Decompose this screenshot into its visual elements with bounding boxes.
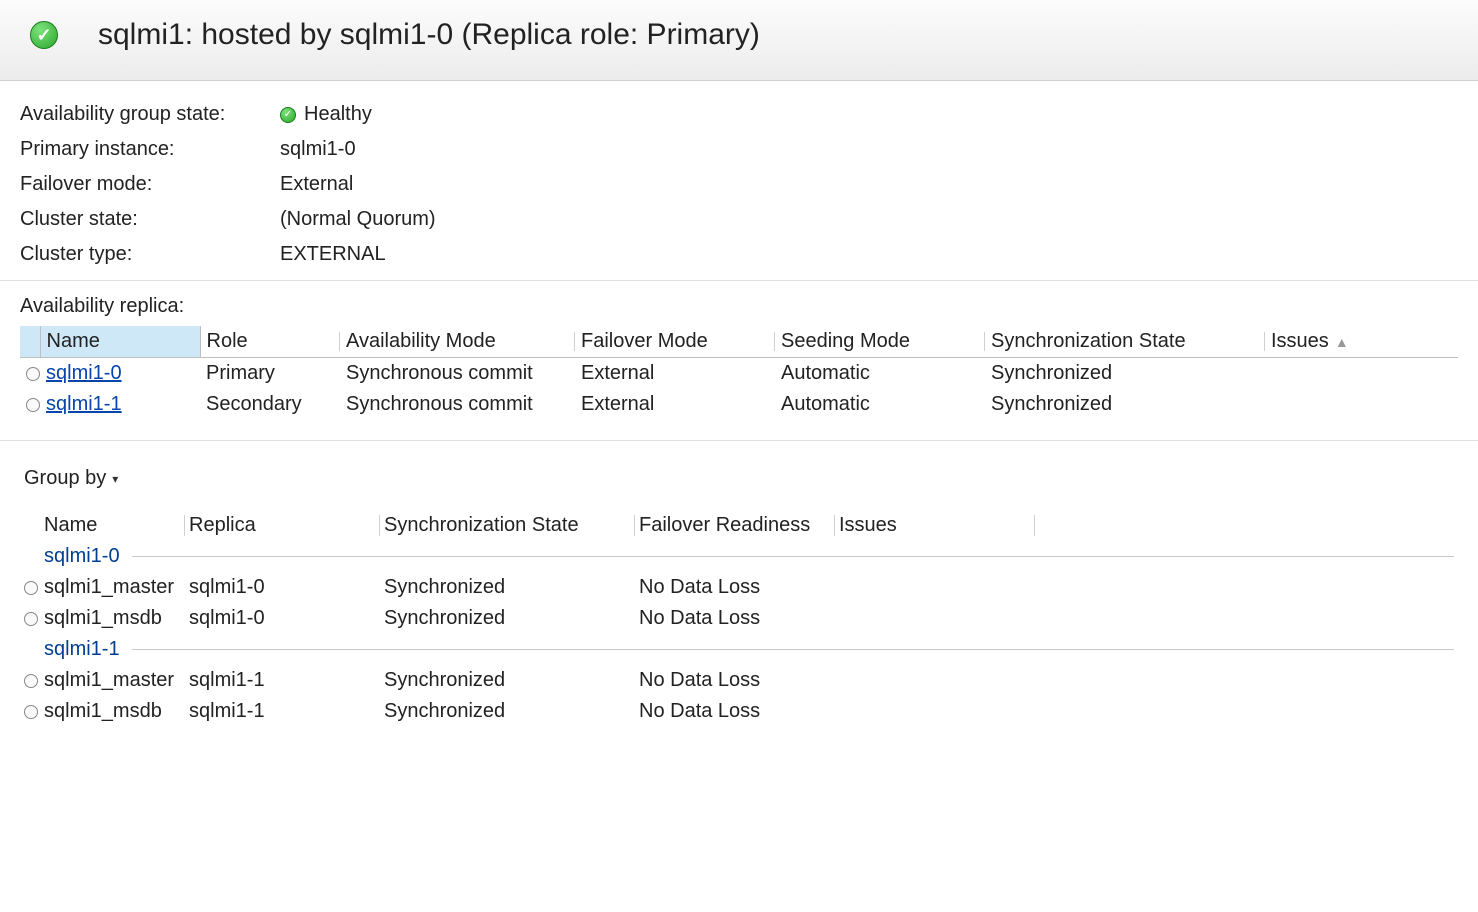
summary-section: Availability group state: Healthy Primar… (0, 81, 1478, 281)
kv-ag-state: Availability group state: Healthy (20, 97, 1458, 132)
cell-failover-mode: External (575, 389, 775, 420)
healthy-dot-icon (280, 107, 296, 123)
dbcol-sync-state[interactable]: Synchronization State (380, 510, 635, 541)
cell-db-name: sqlmi1_msdb (40, 696, 185, 727)
replica-section-label: Availability replica: (20, 295, 1458, 318)
label-primary-instance: Primary instance: (20, 138, 280, 161)
cell-sync-state: Synchronized (985, 358, 1265, 390)
cell-failover-mode: External (575, 358, 775, 390)
table-row[interactable]: sqlmi1_mastersqlmi1-0SynchronizedNo Data… (20, 572, 1458, 603)
group-header-row[interactable]: sqlmi1-0 (20, 541, 1458, 572)
group-by-label: Group by (24, 467, 106, 490)
replica-header-row: Name Role Availability Mode Failover Mod… (20, 326, 1458, 358)
col-seeding-mode[interactable]: Seeding Mode (775, 326, 985, 358)
row-status-icon (20, 603, 40, 634)
cell-sync-state: Synchronized (380, 665, 635, 696)
dbstatus-section: Group by ▾ Name Replica Synchronization … (0, 441, 1478, 747)
value-ag-state: Healthy (304, 103, 372, 126)
group-header-row[interactable]: sqlmi1-1 (20, 634, 1458, 665)
page-header: sqlmi1: hosted by sqlmi1-0 (Replica role… (0, 0, 1478, 81)
row-status-icon (20, 572, 40, 603)
row-status-icon (20, 358, 40, 390)
cell-issues (835, 603, 1035, 634)
cell-issues (835, 665, 1035, 696)
cell-failover-readiness: No Data Loss (635, 572, 835, 603)
label-cluster-type: Cluster type: (20, 243, 280, 266)
col-rowselect[interactable] (20, 326, 40, 358)
replica-name-link[interactable]: sqlmi1-0 (46, 362, 122, 384)
cell-seeding-mode: Automatic (775, 389, 985, 420)
col-availability-mode[interactable]: Availability Mode (340, 326, 575, 358)
col-role[interactable]: Role (200, 326, 340, 358)
page-title: sqlmi1: hosted by sqlmi1-0 (Replica role… (98, 18, 760, 52)
cell-replica: sqlmi1-1 (185, 665, 380, 696)
kv-failover-mode: Failover mode: External (20, 167, 1458, 202)
cell-availability-mode: Synchronous commit (340, 389, 575, 420)
cell-failover-readiness: No Data Loss (635, 696, 835, 727)
cell-seeding-mode: Automatic (775, 358, 985, 390)
table-row[interactable]: sqlmi1_mastersqlmi1-1SynchronizedNo Data… (20, 665, 1458, 696)
col-issues[interactable]: Issues▲ (1265, 326, 1458, 358)
table-row[interactable]: sqlmi1_msdbsqlmi1-0SynchronizedNo Data L… (20, 603, 1458, 634)
cell-replica: sqlmi1-0 (185, 603, 380, 634)
value-primary-instance: sqlmi1-0 (280, 138, 356, 161)
cell-issues (835, 696, 1035, 727)
dbcol-name[interactable]: Name (40, 510, 185, 541)
row-status-icon (20, 665, 40, 696)
cell-replica: sqlmi1-0 (185, 572, 380, 603)
col-name[interactable]: Name (40, 326, 200, 358)
cell-db-name: sqlmi1_master (40, 572, 185, 603)
cell-sync-state: Synchronized (380, 696, 635, 727)
dbcol-issues[interactable]: Issues (835, 510, 1035, 541)
table-row[interactable]: sqlmi1_msdbsqlmi1-1SynchronizedNo Data L… (20, 696, 1458, 727)
dbcol-rowselect[interactable] (20, 510, 40, 541)
table-row[interactable]: sqlmi1-1 SecondarySynchronous commitExter… (20, 389, 1458, 420)
cell-role: Secondary (200, 389, 340, 420)
kv-cluster-type: Cluster type: EXTERNAL (20, 237, 1458, 272)
value-cluster-state: (Normal Quorum) (280, 208, 436, 231)
dbstatus-header-row: Name Replica Synchronization State Failo… (20, 510, 1458, 541)
cell-db-name: sqlmi1_msdb (40, 603, 185, 634)
cell-issues (1265, 389, 1458, 420)
label-ag-state: Availability group state: (20, 103, 280, 126)
label-cluster-state: Cluster state: (20, 208, 280, 231)
replica-table: Name Role Availability Mode Failover Mod… (20, 326, 1458, 420)
cell-sync-state: Synchronized (380, 603, 635, 634)
healthy-status-icon (30, 21, 58, 49)
replica-section: Availability replica: Name Role Availabi… (0, 281, 1478, 441)
row-status-icon (20, 696, 40, 727)
caret-down-icon: ▾ (112, 472, 118, 486)
cell-replica: sqlmi1-1 (185, 696, 380, 727)
cell-issues (1265, 358, 1458, 390)
cell-issues (835, 572, 1035, 603)
replica-name-link[interactable]: sqlmi1-1 (46, 393, 122, 415)
col-sync-state[interactable]: Synchronization State (985, 326, 1265, 358)
cell-failover-readiness: No Data Loss (635, 603, 835, 634)
label-failover-mode: Failover mode: (20, 173, 280, 196)
kv-primary-instance: Primary instance: sqlmi1-0 (20, 132, 1458, 167)
cell-db-name: sqlmi1_master (40, 665, 185, 696)
dbcol-failover-readiness[interactable]: Failover Readiness (635, 510, 835, 541)
table-row[interactable]: sqlmi1-0 PrimarySynchronous commitExterna… (20, 358, 1458, 390)
group-name-label: sqlmi1-1 (44, 638, 120, 661)
value-cluster-type: EXTERNAL (280, 243, 386, 266)
group-name-label: sqlmi1-0 (44, 545, 120, 568)
dbstatus-table: Name Replica Synchronization State Failo… (20, 510, 1458, 727)
sort-asc-icon: ▲ (1335, 334, 1349, 350)
group-by-button[interactable]: Group by ▾ (20, 465, 122, 492)
cell-sync-state: Synchronized (985, 389, 1265, 420)
kv-cluster-state: Cluster state: (Normal Quorum) (20, 202, 1458, 237)
dbcol-spacer (1035, 510, 1458, 541)
col-failover-mode[interactable]: Failover Mode (575, 326, 775, 358)
value-failover-mode: External (280, 173, 353, 196)
row-status-icon (20, 389, 40, 420)
cell-failover-readiness: No Data Loss (635, 665, 835, 696)
cell-role: Primary (200, 358, 340, 390)
dbcol-replica[interactable]: Replica (185, 510, 380, 541)
cell-sync-state: Synchronized (380, 572, 635, 603)
cell-availability-mode: Synchronous commit (340, 358, 575, 390)
